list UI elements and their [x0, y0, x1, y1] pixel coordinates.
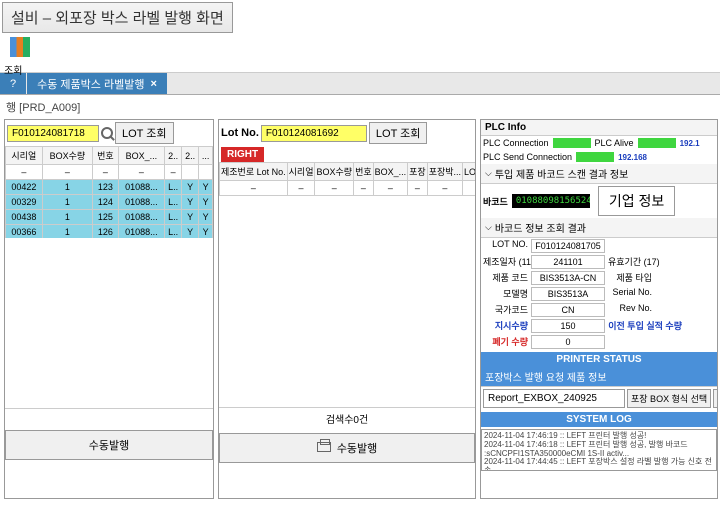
section-title: 포장박스 발행 요청 제품 정보 [485, 369, 607, 384]
table-row[interactable]: 00366112601088...L..YY [6, 225, 213, 239]
search-icon[interactable] [101, 127, 113, 139]
info-label: Serial No. [605, 287, 655, 301]
info-label: Rev No. [605, 303, 655, 317]
toolbar: 조회 [0, 33, 720, 73]
toolbar-label: 조회 [4, 62, 716, 77]
info-value: F010124081705 [531, 239, 605, 253]
chevron-down-icon[interactable]: ⌵ [485, 222, 492, 233]
box-format-button[interactable]: 포장 BOX 형식 선택 [627, 389, 711, 408]
middle-panel: Lot No. LOT 조회 RIGHT 제조번로 Lot No.시리얼BOX수… [218, 119, 476, 499]
barcode-button[interactable]: 바코드 [713, 389, 718, 408]
plc-conn-label: PLC Connection [483, 138, 549, 148]
led-icon [553, 138, 591, 148]
info-value: 0 [531, 335, 605, 349]
table-row[interactable]: 00438112501088...L..YY [6, 210, 213, 225]
lot-input-mid[interactable] [261, 125, 367, 142]
breadcrumb: 행 [PRD_A009] [0, 95, 720, 119]
lot-search-button-left[interactable]: LOT 조회 [115, 122, 174, 144]
info-value: CN [531, 303, 605, 317]
system-log: 2024-11-04 17:46:19 :: LEFT 프린터 발행 성공!20… [481, 429, 717, 471]
barcode-label: 바코드 [483, 195, 508, 208]
tab-label: ? [10, 78, 16, 90]
chart-icon[interactable] [10, 37, 30, 57]
info-label: 모델명 [483, 287, 531, 301]
manual-issue-button-left[interactable]: 수동발행 [5, 430, 213, 460]
lot-no-label: Lot No. [221, 127, 259, 139]
barcode-display: 01088098156524 [512, 194, 590, 208]
close-icon[interactable]: × [150, 78, 156, 90]
system-log-title: SYSTEM LOG [481, 412, 717, 427]
info-label: 제조일자 (11) [483, 255, 531, 269]
info-label: 제품 타입 [605, 271, 655, 285]
info-value: BIS3513A [531, 287, 605, 301]
lot-input-left[interactable] [7, 125, 99, 142]
info-label: 지시수량 [483, 319, 531, 333]
section-title: 투입 제품 바코드 스캔 결과 정보 [495, 166, 629, 181]
info-label: 이전 투입 실적 수량 [605, 319, 685, 333]
plc-info-title: PLC Info [485, 122, 526, 133]
printer-icon [317, 442, 331, 452]
left-grid[interactable]: 시리얼BOX수량번호BOX_...2..2..... ––––– 0042211… [5, 146, 213, 238]
mid-grid[interactable]: 제조번로 Lot No.시리얼BOX수량번호BOX_...포장포장박...LO.… [219, 162, 475, 196]
result-count: 검색수0건 [219, 407, 475, 429]
info-value: 241101 [531, 255, 605, 269]
tab-label: 수동 제품박스 라벨발행 [37, 76, 144, 92]
info-label: LOT NO. [483, 239, 531, 253]
info-label: 국가코드 [483, 303, 531, 317]
table-row[interactable]: 00329112401088...L..YY [6, 195, 213, 210]
info-label: 제품 코드 [483, 271, 531, 285]
led-icon [638, 138, 676, 148]
ip-address: 192.168 [618, 153, 647, 162]
badge-right: RIGHT [221, 147, 264, 162]
table-row[interactable]: 00422112301088...L..YY [6, 180, 213, 195]
printer-status-title: PRINTER STATUS [481, 352, 717, 367]
company-info: 기업 정보 [598, 186, 675, 216]
info-value: BIS3513A-CN [531, 271, 605, 285]
right-panel: PLC Info PLC Connection PLC Alive 192.1 … [480, 119, 718, 499]
info-value: 150 [531, 319, 605, 333]
window-title: 설비 – 외포장 박스 라벨 발행 화면 [2, 2, 233, 33]
plc-alive-label: PLC Alive [595, 138, 634, 148]
section-title: 바코드 정보 조회 결과 [495, 220, 586, 235]
info-label: 유효기간 (17) [605, 255, 655, 269]
led-icon [576, 152, 614, 162]
plc-send-label: PLC Send Connection [483, 152, 572, 162]
manual-issue-button-mid[interactable]: 수동발행 [219, 433, 475, 463]
lot-search-button-mid[interactable]: LOT 조회 [369, 122, 428, 144]
chevron-down-icon[interactable]: ⌵ [485, 168, 492, 179]
left-panel: LOT 조회 시리얼BOX수량번호BOX_...2..2..... ––––– … [4, 119, 214, 499]
info-label: 폐기 수량 [483, 335, 531, 349]
report-name-input[interactable] [483, 389, 625, 408]
ip-address: 192.1 [680, 139, 700, 148]
